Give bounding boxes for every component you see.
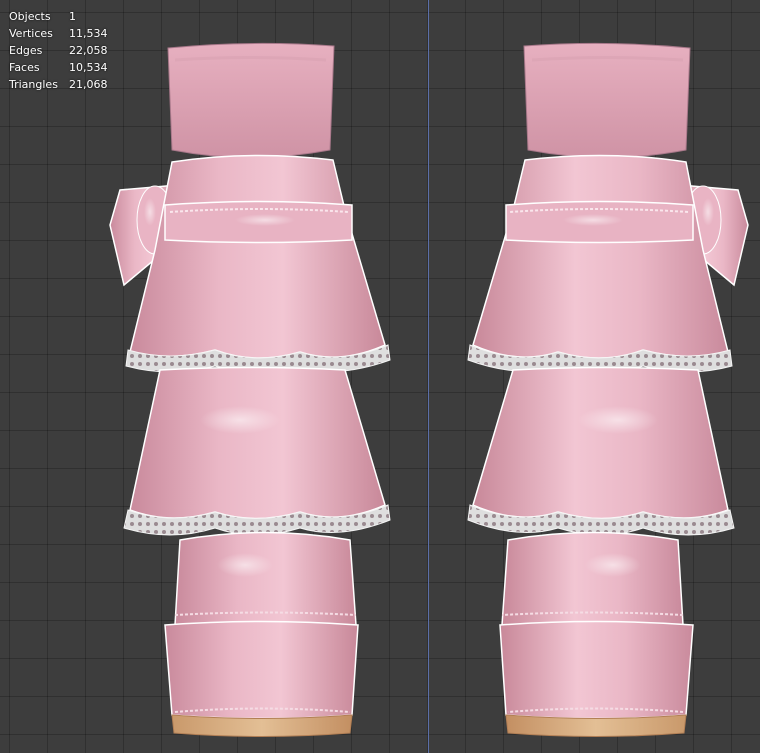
boot-model-right[interactable] bbox=[466, 41, 750, 738]
boot-model-left[interactable] bbox=[108, 41, 392, 738]
boot-models[interactable] bbox=[0, 0, 760, 753]
3d-viewport[interactable]: Objects 1 Vertices 11,534 Edges 22,058 F… bbox=[0, 0, 760, 753]
